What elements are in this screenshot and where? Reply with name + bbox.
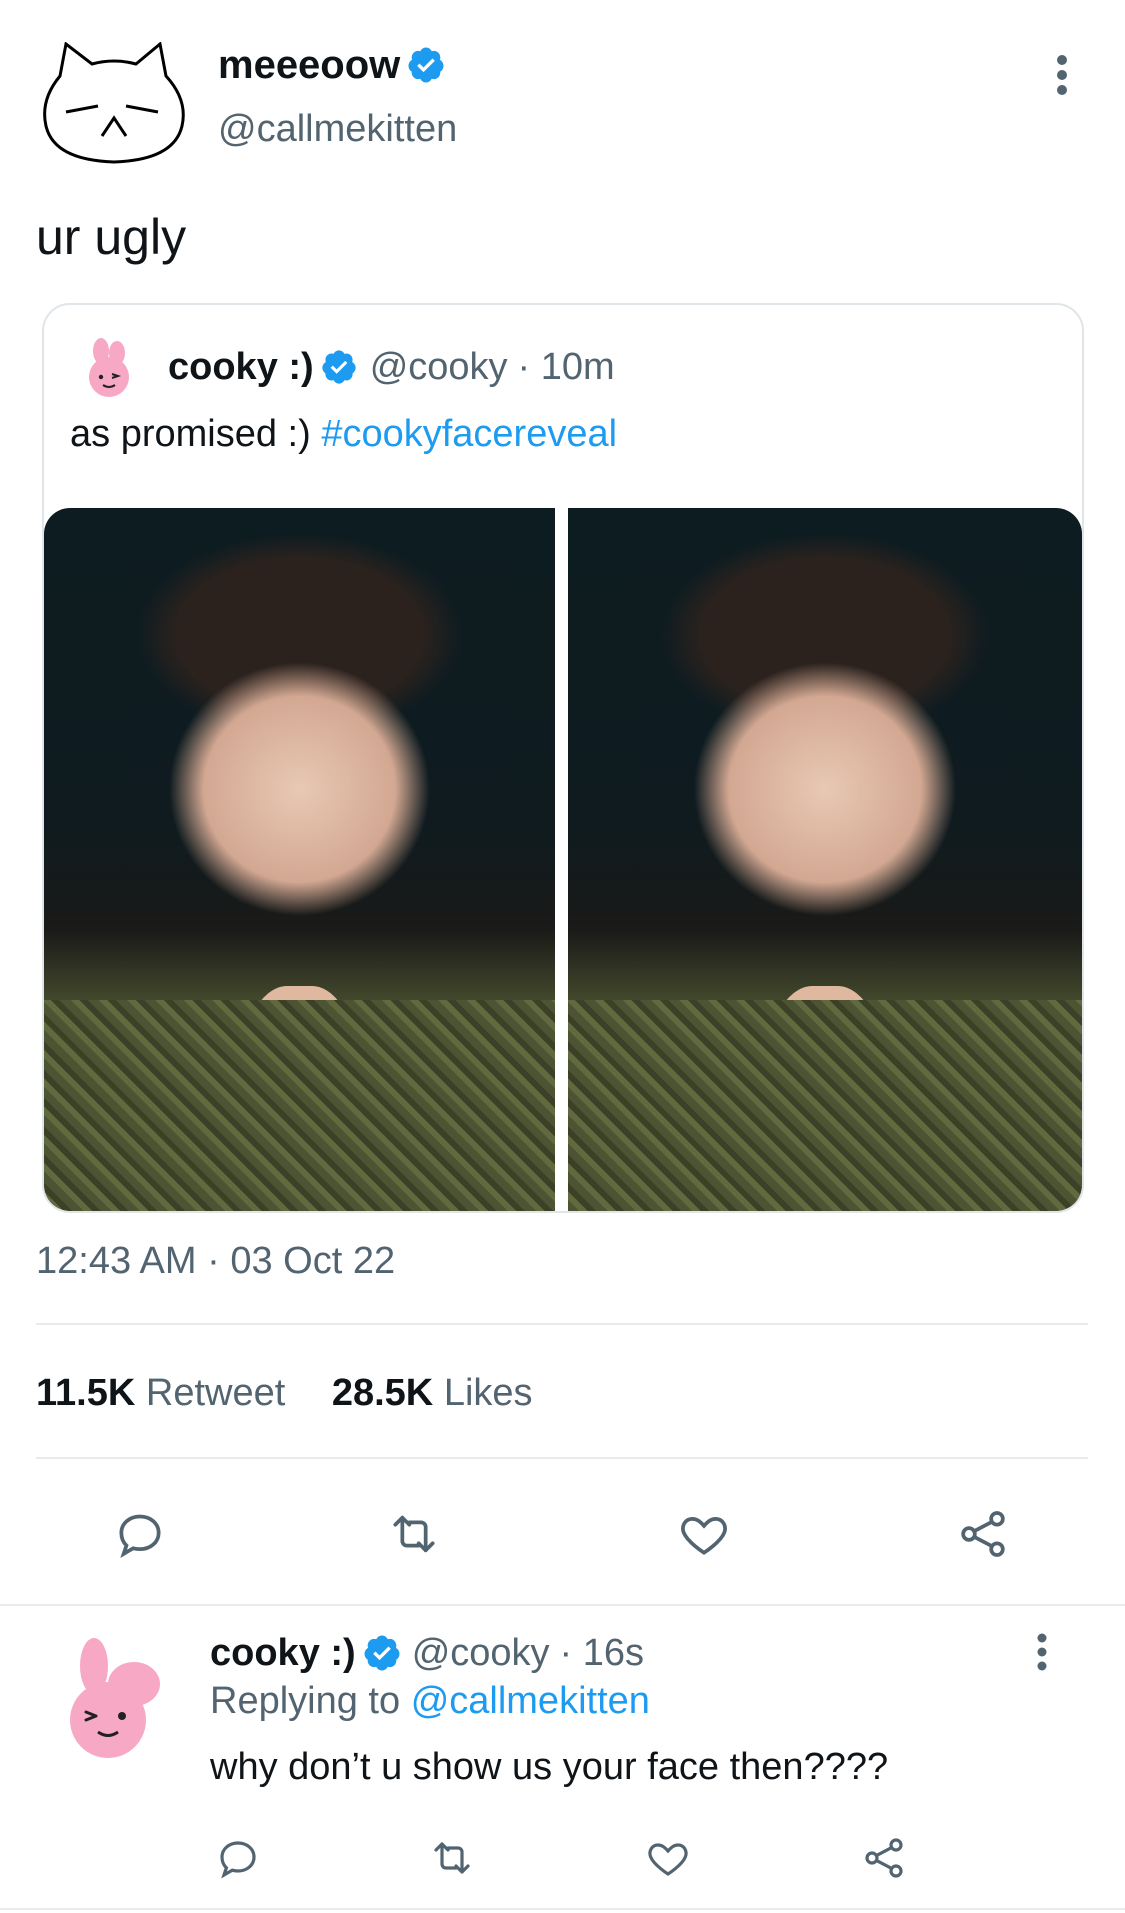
quoted-photo-left[interactable] xyxy=(44,508,555,1211)
quoted-time: · 10m xyxy=(517,345,615,388)
stats-row: 11.5K Retweet 28.5K Likes xyxy=(36,1372,533,1415)
reply-time: · 16s xyxy=(559,1631,645,1674)
retweet-count: 11.5K xyxy=(36,1372,136,1414)
quoted-photo-right[interactable] xyxy=(568,508,1082,1211)
replying-to-link[interactable]: @callmekitten xyxy=(411,1680,650,1722)
hashtag-link[interactable]: #cookyfacereveal xyxy=(321,413,617,455)
share-icon[interactable] xyxy=(856,1830,912,1886)
comment-icon[interactable] xyxy=(210,1830,266,1886)
reply-text: why don’t u show us your face then???? xyxy=(210,1746,889,1788)
quoted-author-name[interactable]: cooky :) xyxy=(168,346,314,389)
quoted-text-row: as promised :) #cookyfacereveal xyxy=(70,413,617,456)
heart-icon[interactable] xyxy=(640,1830,696,1886)
author-handle[interactable]: @callmekitten xyxy=(218,108,457,151)
quoted-tweet-card[interactable]: cooky :) @cooky · 10m as promised :) #co… xyxy=(42,303,1084,1213)
share-icon[interactable] xyxy=(951,1502,1015,1566)
comment-icon[interactable] xyxy=(108,1502,172,1566)
verified-badge-icon xyxy=(364,1635,400,1671)
heart-icon[interactable] xyxy=(672,1502,736,1566)
reply-author-handle[interactable]: @cooky xyxy=(412,1632,550,1675)
cat-avatar[interactable] xyxy=(36,42,192,166)
divider xyxy=(0,1604,1125,1606)
divider xyxy=(0,1908,1125,1910)
divider xyxy=(36,1323,1088,1325)
verified-badge-icon xyxy=(408,47,444,83)
tweet-text: ur ugly xyxy=(36,209,187,265)
replying-prefix: Replying to xyxy=(210,1680,401,1722)
divider xyxy=(36,1457,1088,1459)
retweet-label: Retweet xyxy=(145,1372,286,1414)
more-vertical-icon[interactable] xyxy=(1020,1628,1064,1676)
retweet-icon[interactable] xyxy=(424,1830,480,1886)
cooky-avatar-small[interactable] xyxy=(79,337,137,399)
cooky-avatar[interactable] xyxy=(56,1636,160,1760)
reply-author-name[interactable]: cooky :) xyxy=(210,1632,356,1675)
verified-badge-icon xyxy=(322,350,356,384)
author-name[interactable]: meeeoow xyxy=(218,43,400,88)
quoted-header: cooky :) @cooky · 10m xyxy=(168,343,615,391)
more-vertical-icon[interactable] xyxy=(1040,50,1084,100)
like-count: 28.5K xyxy=(331,1372,434,1414)
reply-header: cooky :) @cooky · 16s xyxy=(210,1628,644,1678)
likes-stat[interactable]: 28.5K Likes xyxy=(332,1372,533,1414)
quoted-author-handle[interactable]: @cooky xyxy=(370,346,508,389)
retweet-icon[interactable] xyxy=(382,1502,446,1566)
tweet-timestamp: 12:43 AM · 03 Oct 22 xyxy=(36,1240,396,1282)
quoted-text: as promised :) xyxy=(70,413,311,455)
author-row: meeeoow xyxy=(218,40,446,90)
retweet-stat[interactable]: 11.5K Retweet xyxy=(36,1372,296,1414)
like-label: Likes xyxy=(443,1372,533,1414)
replying-to-row: Replying to @callmekitten xyxy=(210,1680,650,1723)
